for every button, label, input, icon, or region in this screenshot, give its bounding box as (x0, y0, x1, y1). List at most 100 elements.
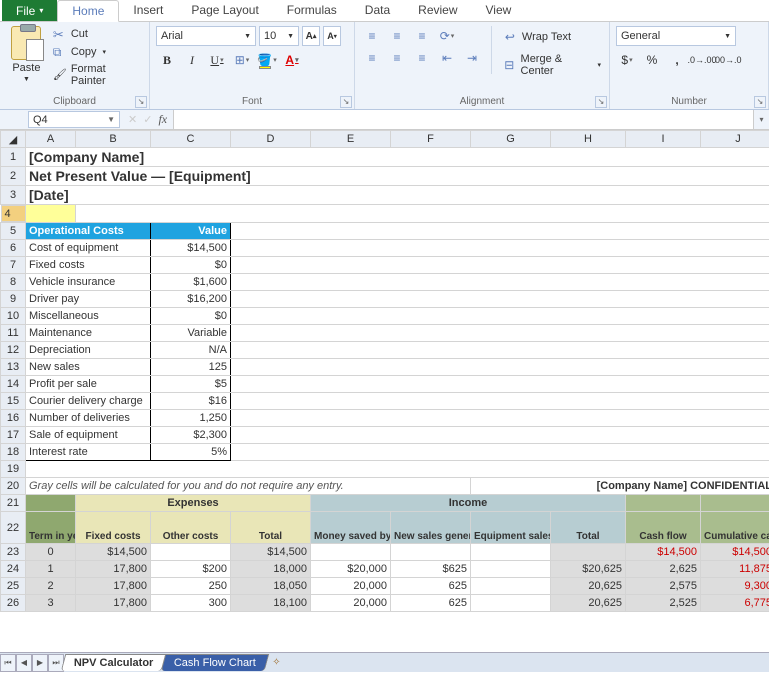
accounting-format-button[interactable]: $ (616, 50, 638, 70)
cell[interactable]: 625 (391, 595, 471, 612)
col-header[interactable]: J (701, 131, 769, 148)
col-header[interactable]: B (76, 131, 151, 148)
new-sheet-button[interactable]: ✧ (267, 657, 285, 668)
align-left-button[interactable]: ≡ (361, 48, 383, 68)
cell[interactable]: 2,525 (626, 595, 701, 612)
cell[interactable]: $14,500 (231, 544, 311, 561)
tab-view[interactable]: View (472, 0, 526, 21)
cell[interactable] (76, 205, 769, 223)
cell[interactable]: Number of deliveries (26, 410, 151, 427)
row-header[interactable]: 20 (1, 478, 26, 495)
cell[interactable] (231, 240, 769, 257)
border-button[interactable]: ⊞ (231, 50, 253, 70)
cell[interactable]: $20,000 (311, 561, 391, 578)
italic-button[interactable]: I (181, 50, 203, 70)
decrease-decimal-button[interactable]: .00→.0 (716, 50, 738, 70)
enter-formula-button[interactable]: ✓ (143, 113, 152, 126)
cell[interactable]: Maintenance (26, 325, 151, 342)
cell[interactable] (231, 342, 769, 359)
cell[interactable]: Miscellaneous (26, 308, 151, 325)
cell[interactable] (391, 544, 471, 561)
font-launcher[interactable]: ↘ (340, 96, 352, 108)
cell[interactable]: 20,625 (551, 595, 626, 612)
wrap-text-button[interactable]: ↩Wrap Text (500, 26, 603, 48)
row-header[interactable]: 23 (1, 544, 26, 561)
row-header[interactable]: 14 (1, 376, 26, 393)
cell[interactable]: Total (551, 512, 626, 544)
cell[interactable]: [Company Name] CONFIDENTIAL (471, 478, 769, 495)
col-header[interactable]: F (391, 131, 471, 148)
cell[interactable]: 18,100 (231, 595, 311, 612)
row-header[interactable]: 19 (1, 461, 26, 478)
align-top-button[interactable]: ≡ (361, 26, 383, 46)
fill-color-button[interactable]: 🪣 (256, 50, 278, 70)
cell[interactable]: 125 (151, 359, 231, 376)
cell[interactable]: $14,500 (76, 544, 151, 561)
cell[interactable]: Net Present Value — [Equipment] (26, 167, 769, 186)
number-launcher[interactable]: ↘ (754, 96, 766, 108)
number-format-select[interactable]: General▼ (616, 26, 736, 46)
cell[interactable] (231, 291, 769, 308)
cell[interactable] (231, 223, 769, 240)
tab-page-layout[interactable]: Page Layout (177, 0, 272, 21)
clipboard-launcher[interactable]: ↘ (135, 96, 147, 108)
col-header[interactable]: E (311, 131, 391, 148)
cell[interactable] (231, 393, 769, 410)
decrease-font-button[interactable]: A▾ (323, 26, 341, 46)
cell[interactable]: 20,625 (551, 578, 626, 595)
col-header[interactable]: I (626, 131, 701, 148)
cell[interactable]: 0 (26, 544, 76, 561)
col-header[interactable]: H (551, 131, 626, 148)
tab-data[interactable]: Data (351, 0, 404, 21)
insert-function-button[interactable]: fx (158, 112, 167, 127)
cancel-formula-button[interactable]: ✕ (128, 113, 137, 126)
col-header[interactable]: D (231, 131, 311, 148)
cell[interactable]: Interest rate (26, 444, 151, 461)
copy-button[interactable]: Copy▾ (51, 44, 143, 60)
cell[interactable]: [Company Name] (26, 148, 769, 167)
tab-insert[interactable]: Insert (119, 0, 177, 21)
cell[interactable]: 6,775 (701, 595, 769, 612)
row-header[interactable]: 12 (1, 342, 26, 359)
alignment-launcher[interactable]: ↘ (595, 96, 607, 108)
cell[interactable]: Equipment sales (471, 512, 551, 544)
cell[interactable]: Courier delivery charge (26, 393, 151, 410)
cell[interactable]: 9,300 (701, 578, 769, 595)
row-header[interactable]: 16 (1, 410, 26, 427)
row-header[interactable]: 5 (1, 223, 26, 240)
font-name-select[interactable]: Arial▼ (156, 26, 256, 46)
align-middle-button[interactable]: ≡ (386, 26, 408, 46)
cell[interactable] (626, 495, 701, 512)
row-header[interactable]: 2 (1, 167, 26, 186)
row-header[interactable]: 11 (1, 325, 26, 342)
cell[interactable]: Operational Costs (26, 223, 151, 240)
spreadsheet-grid[interactable]: ◢ A B C D E F G H I J 1[Company Name] 2N… (0, 130, 769, 612)
cell[interactable]: 11,875 (701, 561, 769, 578)
cell[interactable]: 17,800 (76, 561, 151, 578)
align-right-button[interactable]: ≡ (411, 48, 433, 68)
cell[interactable]: $2,300 (151, 427, 231, 444)
cell[interactable] (311, 544, 391, 561)
cell[interactable]: 2 (26, 578, 76, 595)
col-header[interactable]: C (151, 131, 231, 148)
cell[interactable]: 17,800 (76, 595, 151, 612)
next-sheet-button[interactable]: ▶ (32, 654, 48, 672)
cell[interactable] (231, 427, 769, 444)
row-header[interactable]: 13 (1, 359, 26, 376)
cell[interactable]: $5 (151, 376, 231, 393)
row-header[interactable]: 3 (1, 186, 26, 205)
row-header[interactable]: 6 (1, 240, 26, 257)
cell[interactable]: 250 (151, 578, 231, 595)
tab-formulas[interactable]: Formulas (273, 0, 351, 21)
row-header[interactable]: 10 (1, 308, 26, 325)
row-header[interactable]: 1 (1, 148, 26, 167)
increase-indent-button[interactable]: ⇥ (461, 48, 483, 68)
cell[interactable]: Cumulative cash flow (701, 512, 769, 544)
font-color-button[interactable]: A (281, 50, 303, 70)
col-header[interactable]: G (471, 131, 551, 148)
cell[interactable]: $200 (151, 561, 231, 578)
cell[interactable]: Cash flow (626, 512, 701, 544)
cell[interactable]: [Date] (26, 186, 769, 205)
cell[interactable] (471, 578, 551, 595)
cell[interactable] (231, 410, 769, 427)
